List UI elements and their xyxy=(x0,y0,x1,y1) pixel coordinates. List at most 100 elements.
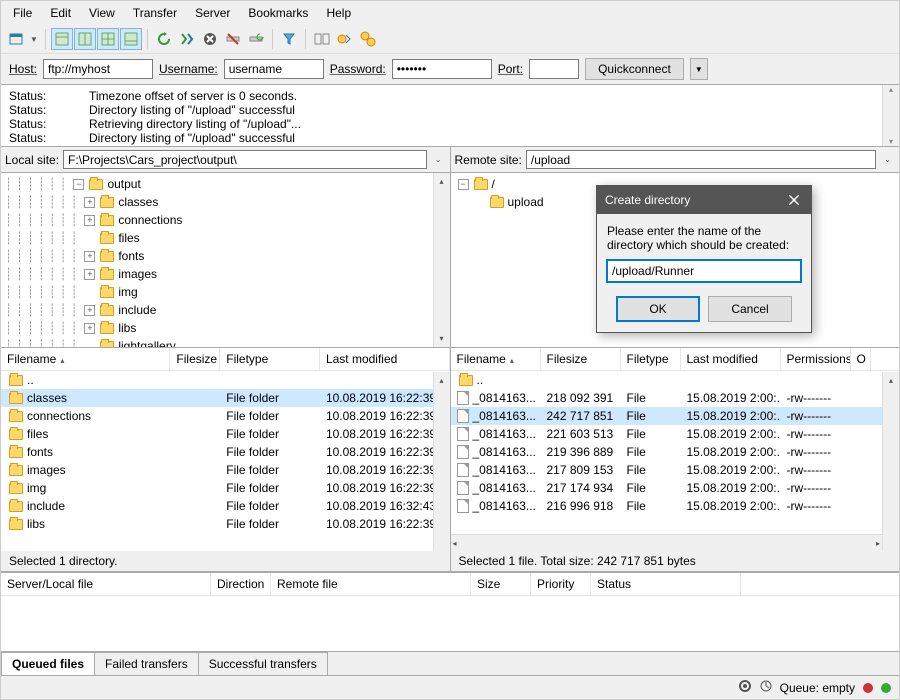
remote-site-label: Remote site: xyxy=(455,153,522,167)
sync-browse-icon[interactable] xyxy=(334,28,356,50)
lock-icon[interactable] xyxy=(760,679,772,696)
toggle-log-icon[interactable] xyxy=(51,28,73,50)
file-row[interactable]: classesFile folder10.08.2019 16:22:39 xyxy=(1,389,450,407)
column-header[interactable]: Filesize xyxy=(541,348,621,370)
cancel-icon[interactable] xyxy=(199,28,221,50)
local-list-scrollbar[interactable]: ▴ xyxy=(433,372,450,551)
tree-item[interactable]: ┊ ┊ ┊ ┊ ┊ ┊ ┊ +libs xyxy=(1,319,450,337)
quickconnect-button[interactable]: Quickconnect xyxy=(585,58,684,80)
column-header[interactable]: O xyxy=(851,348,871,370)
transfer-tab[interactable]: Queued files xyxy=(1,652,95,675)
tree-item[interactable]: ┊ ┊ ┊ ┊ ┊ ┊ ┊ img xyxy=(1,283,450,301)
file-row[interactable]: .. xyxy=(451,371,900,389)
port-label: Port: xyxy=(498,62,523,76)
local-path-dropdown[interactable]: ⌄ xyxy=(431,155,446,164)
ok-button[interactable]: OK xyxy=(616,296,700,322)
column-header[interactable]: Filesize xyxy=(170,348,220,370)
menu-transfer[interactable]: Transfer xyxy=(125,3,185,23)
tree-item[interactable]: ┊ ┊ ┊ ┊ ┊ ┊ ┊ files xyxy=(1,229,450,247)
menu-help[interactable]: Help xyxy=(318,3,359,23)
tree-item[interactable]: ┊ ┊ ┊ ┊ ┊ ┊ ┊ +images xyxy=(1,265,450,283)
log-line: Status:Directory listing of "/upload" su… xyxy=(9,131,891,145)
local-pane: Local site: ⌄ ┊ ┊ ┊ ┊ ┊ ┊ −output┊ ┊ ┊ ┊… xyxy=(1,147,451,572)
close-icon[interactable] xyxy=(785,191,803,209)
remote-file-list[interactable]: Filename▴FilesizeFiletypeLast modifiedPe… xyxy=(451,348,900,551)
column-header[interactable]: Filename▴ xyxy=(451,348,541,370)
menu-server[interactable]: Server xyxy=(187,3,238,23)
queue-column[interactable]: Priority xyxy=(531,573,591,595)
toolbar: ▼ xyxy=(1,25,899,54)
toggle-remote-tree-icon[interactable] xyxy=(97,28,119,50)
tree-item[interactable]: ┊ ┊ ┊ ┊ ┊ ┊ ┊ +include xyxy=(1,301,450,319)
queue-column[interactable]: Server/Local file xyxy=(1,573,211,595)
menu-bookmarks[interactable]: Bookmarks xyxy=(240,3,316,23)
username-input[interactable] xyxy=(224,59,324,79)
remote-path-input[interactable] xyxy=(526,150,876,169)
column-header[interactable]: Permissions xyxy=(781,348,851,370)
file-row[interactable]: libsFile folder10.08.2019 16:22:39 xyxy=(1,515,450,533)
disconnect-icon[interactable] xyxy=(222,28,244,50)
port-input[interactable] xyxy=(529,59,579,79)
local-path-input[interactable] xyxy=(63,150,427,169)
file-row[interactable]: _0814163...217 809 153File15.08.2019 2:0… xyxy=(451,461,900,479)
tree-item[interactable]: ┊ ┊ ┊ ┊ ┊ ┊ ┊ lightgallery xyxy=(1,337,450,348)
local-tree-scrollbar[interactable]: ▴▾ xyxy=(433,173,450,347)
remote-path-dropdown[interactable]: ⌄ xyxy=(880,155,895,164)
file-row[interactable]: filesFile folder10.08.2019 16:22:39 xyxy=(1,425,450,443)
gear-icon[interactable] xyxy=(738,679,752,696)
toggle-queue-icon[interactable] xyxy=(120,28,142,50)
remote-status: Selected 1 file. Total size: 242 717 851… xyxy=(451,551,900,572)
directory-name-input[interactable] xyxy=(607,260,801,282)
queue-column[interactable]: Remote file xyxy=(271,573,471,595)
transfer-queue: Server/Local fileDirectionRemote fileSiz… xyxy=(1,573,899,651)
remote-hscrollbar[interactable]: ◂▸ xyxy=(451,534,883,551)
search-icon[interactable] xyxy=(357,28,379,50)
file-row[interactable]: fontsFile folder10.08.2019 16:22:39 xyxy=(1,443,450,461)
file-row[interactable]: connectionsFile folder10.08.2019 16:22:3… xyxy=(1,407,450,425)
transfer-tab[interactable]: Failed transfers xyxy=(94,652,199,675)
local-tree[interactable]: ┊ ┊ ┊ ┊ ┊ ┊ −output┊ ┊ ┊ ┊ ┊ ┊ ┊ +classe… xyxy=(1,173,450,348)
toggle-local-tree-icon[interactable] xyxy=(74,28,96,50)
transfer-tab[interactable]: Successful transfers xyxy=(198,652,328,675)
file-row[interactable]: _0814163...221 603 513File15.08.2019 2:0… xyxy=(451,425,900,443)
file-row[interactable]: .. xyxy=(1,371,450,389)
file-row[interactable]: _0814163...217 174 934File15.08.2019 2:0… xyxy=(451,479,900,497)
column-header[interactable]: Filetype xyxy=(220,348,320,370)
refresh-icon[interactable] xyxy=(153,28,175,50)
local-file-list[interactable]: Filename▴FilesizeFiletypeLast modified .… xyxy=(1,348,450,551)
column-header[interactable]: Filename▴ xyxy=(1,348,170,370)
menu-edit[interactable]: Edit xyxy=(42,3,79,23)
site-manager-icon[interactable] xyxy=(5,28,27,50)
log-scrollbar[interactable]: ▴▾ xyxy=(882,85,899,146)
column-header[interactable]: Filetype xyxy=(621,348,681,370)
file-row[interactable]: _0814163...216 996 918File15.08.2019 2:0… xyxy=(451,497,900,515)
menu-view[interactable]: View xyxy=(81,3,123,23)
password-input[interactable] xyxy=(392,59,492,79)
log-line: Status:Timezone offset of server is 0 se… xyxy=(9,89,891,103)
process-queue-icon[interactable] xyxy=(176,28,198,50)
column-header[interactable]: Last modified xyxy=(320,348,450,370)
tree-item[interactable]: ┊ ┊ ┊ ┊ ┊ ┊ −output xyxy=(1,175,450,193)
cancel-button[interactable]: Cancel xyxy=(708,296,792,322)
file-row[interactable]: _0814163...219 396 889File15.08.2019 2:0… xyxy=(451,443,900,461)
file-row[interactable]: imagesFile folder10.08.2019 16:22:39 xyxy=(1,461,450,479)
message-log: Status:Timezone offset of server is 0 se… xyxy=(1,85,899,147)
tree-item[interactable]: ┊ ┊ ┊ ┊ ┊ ┊ ┊ +classes xyxy=(1,193,450,211)
column-header[interactable]: Last modified xyxy=(681,348,781,370)
queue-column[interactable]: Direction xyxy=(211,573,271,595)
filter-icon[interactable] xyxy=(278,28,300,50)
file-row[interactable]: includeFile folder10.08.2019 16:32:43 xyxy=(1,497,450,515)
queue-column[interactable]: Status xyxy=(591,573,741,595)
tree-item[interactable]: ┊ ┊ ┊ ┊ ┊ ┊ ┊ +connections xyxy=(1,211,450,229)
tree-item[interactable]: ┊ ┊ ┊ ┊ ┊ ┊ ┊ +fonts xyxy=(1,247,450,265)
file-row[interactable]: _0814163...242 717 851File15.08.2019 2:0… xyxy=(451,407,900,425)
remote-list-scrollbar[interactable]: ▴ xyxy=(882,372,899,551)
quickconnect-dropdown[interactable]: ▼ xyxy=(690,58,708,80)
host-input[interactable] xyxy=(43,59,153,79)
queue-column[interactable]: Size xyxy=(471,573,531,595)
menu-file[interactable]: File xyxy=(5,3,40,23)
reconnect-icon[interactable] xyxy=(245,28,267,50)
file-row[interactable]: imgFile folder10.08.2019 16:22:39 xyxy=(1,479,450,497)
compare-icon[interactable] xyxy=(311,28,333,50)
file-row[interactable]: _0814163...218 092 391File15.08.2019 2:0… xyxy=(451,389,900,407)
